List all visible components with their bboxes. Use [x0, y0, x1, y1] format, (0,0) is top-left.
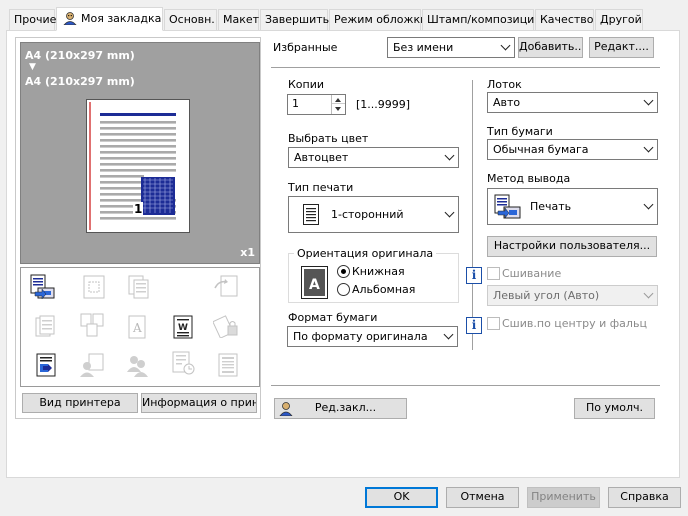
portrait-radio[interactable]: [337, 265, 350, 278]
single-sided-icon: [303, 204, 319, 225]
color-value: Автоцвет: [294, 151, 349, 164]
output-method-value: Печать: [530, 200, 572, 213]
preview-arrow: ▼: [29, 62, 36, 72]
defaults-button[interactable]: По умолч.: [574, 398, 655, 419]
account-track-icon: [127, 356, 148, 377]
print-preview: A4 (210x297 mm) ▼ A4 (210x297 mm) 1 x1: [20, 42, 260, 264]
edit-bookmark-label: Ред.закл...: [314, 401, 377, 414]
add-favorite-button[interactable]: Добавить...: [518, 37, 583, 58]
header-footer-icon: [218, 353, 238, 377]
chevron-down-icon: [643, 142, 654, 153]
staple-checkbox[interactable]: [487, 267, 500, 280]
preview-paper-size: A4 (210x297 mm): [25, 49, 135, 62]
secure-print-icon: [213, 315, 238, 338]
portrait-label: Книжная: [352, 265, 405, 278]
print-settings-icon: [172, 351, 195, 375]
booklet-icon: [80, 313, 104, 337]
chevron-down-icon: [444, 150, 455, 161]
help-button[interactable]: Справка: [608, 487, 681, 508]
favorites-value: Без имени: [393, 41, 454, 54]
paper-type-label: Тип бумаги: [487, 125, 553, 138]
user-settings-button[interactable]: Настройки пользователя...: [487, 236, 657, 257]
print-type-select[interactable]: 1-сторонний: [288, 196, 459, 233]
svg-text:A: A: [132, 321, 142, 335]
svg-text:A: A: [309, 277, 320, 293]
paper-type-select[interactable]: Обычная бумага: [487, 139, 658, 160]
printer-view-button[interactable]: Вид принтера: [22, 393, 138, 413]
color-label: Выбрать цвет: [288, 132, 369, 145]
favorites-select[interactable]: Без имени: [387, 37, 515, 58]
ok-button[interactable]: OK: [365, 487, 438, 508]
poster-icon: [83, 275, 105, 299]
tray-value: Авто: [493, 96, 521, 109]
svg-text:W: W: [178, 323, 188, 333]
paper-size-select[interactable]: По формату оригинала: [287, 326, 458, 347]
user-icon: [279, 402, 293, 416]
spin-buttons: [331, 95, 345, 114]
paper-size-value: По формату оригинала: [293, 330, 428, 343]
color-select[interactable]: Автоцвет: [288, 147, 459, 168]
copies-stepper[interactable]: 1: [287, 94, 346, 115]
chevron-down-icon: [443, 329, 454, 340]
staple-select[interactable]: Левый угол (Авто): [487, 285, 658, 306]
user-auth-icon: [80, 353, 104, 377]
center-staple-info-icon[interactable]: i: [466, 317, 482, 334]
chevron-down-icon: [643, 199, 654, 210]
tray-label: Лоток: [487, 78, 522, 91]
output-method-select[interactable]: Печать: [487, 188, 658, 225]
page-number: 1: [133, 202, 144, 216]
apply-button[interactable]: Применить: [527, 487, 600, 508]
function-icon-grid: A W: [20, 267, 260, 387]
landscape-label: Альбомная: [352, 283, 416, 296]
staple-label: Сшивание: [502, 267, 562, 280]
edit-favorite-button[interactable]: Редакт....: [589, 37, 654, 58]
spin-down-icon[interactable]: [332, 105, 345, 114]
portrait-orientation-icon: A: [301, 266, 328, 299]
divider: [271, 67, 660, 68]
rotate-page-icon: [214, 275, 238, 297]
center-staple-checkbox[interactable]: [487, 317, 500, 330]
copies-range: [1...9999]: [356, 98, 411, 111]
chevron-down-icon: [643, 288, 654, 299]
copies-label: Копии: [288, 78, 325, 91]
output-print-icon[interactable]: [30, 274, 56, 300]
print-type-label: Тип печати: [288, 181, 354, 194]
combine-icon: [35, 315, 55, 337]
watermark-icon[interactable]: W: [170, 314, 196, 340]
tray-select[interactable]: Авто: [487, 92, 658, 113]
copy-pages-icon: [128, 275, 149, 299]
output-print-icon: [494, 194, 521, 219]
print-type-value: 1-сторонний: [331, 208, 404, 221]
output-method-label: Метод вывода: [487, 172, 571, 185]
cancel-button[interactable]: Отмена: [446, 487, 519, 508]
orientation-label: Ориентация оригинала: [294, 247, 437, 260]
chevron-down-icon: [643, 95, 654, 106]
paper-size-label: Формат бумаги: [288, 311, 378, 324]
printer-info-button[interactable]: Информация о принт.: [141, 393, 257, 413]
chevron-down-icon: [444, 207, 455, 218]
preview-output-size: A4 (210x297 mm): [25, 75, 135, 88]
edit-bookmark-button[interactable]: Ред.закл...: [274, 398, 407, 419]
staple-info-icon[interactable]: i: [466, 267, 482, 284]
staple-value: Левый угол (Авто): [493, 289, 600, 302]
center-staple-label: Сшив.по центру и фальц: [502, 317, 647, 330]
paper-type-value: Обычная бумага: [493, 143, 589, 156]
chevron-down-icon: [500, 40, 511, 51]
favorites-label: Избранные: [273, 41, 338, 54]
cover-page-icon[interactable]: [34, 352, 60, 378]
spin-up-icon[interactable]: [332, 95, 345, 104]
landscape-radio[interactable]: [337, 283, 350, 296]
column-divider: [472, 80, 473, 350]
font-icon: A: [128, 315, 146, 339]
divider: [271, 385, 660, 386]
copies-value: 1: [292, 97, 299, 110]
copies-badge: x1: [240, 246, 255, 259]
preview-page: 1: [86, 99, 190, 233]
